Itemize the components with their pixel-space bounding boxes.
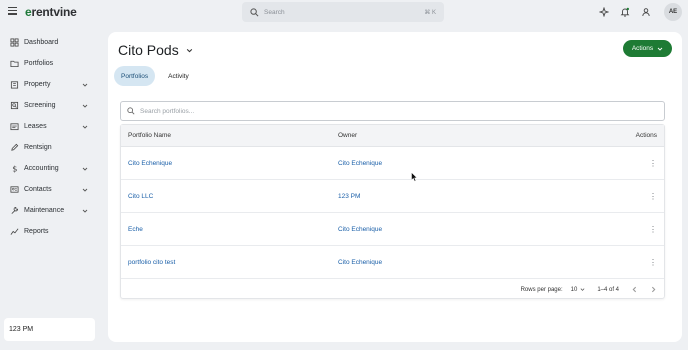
chevron-down-icon [82, 125, 88, 129]
table-row[interactable]: Eche Cito Echenique ⋮ [121, 213, 664, 246]
chevron-down-icon [82, 104, 88, 108]
more-vertical-icon[interactable]: ⋮ [649, 159, 657, 168]
column-header-portfolio-name[interactable]: Portfolio Name [121, 132, 338, 139]
dashboard-icon [10, 38, 19, 47]
sidebar-item-reports[interactable]: Reports [0, 221, 100, 242]
portfolio-search [120, 101, 665, 121]
table-row[interactable]: Cito LLC 123 PM ⋮ [121, 180, 664, 213]
owner-link[interactable]: 123 PM [338, 193, 360, 200]
chevron-down-icon [82, 167, 88, 171]
top-bar: erentvine Search ⌘ K AE [0, 0, 688, 24]
svg-text:$: $ [12, 164, 17, 173]
sidebar-item-label: Maintenance [24, 207, 65, 214]
global-search[interactable]: Search ⌘ K [242, 2, 444, 22]
table-row[interactable]: Cito Echenique Cito Echenique ⋮ [121, 147, 664, 180]
sidebar-item-leases[interactable]: Leases [0, 116, 100, 137]
search-placeholder: Search [264, 8, 285, 16]
sidebar-item-label: Reports [24, 228, 49, 235]
chevron-down-icon [186, 48, 192, 52]
rows-per-page-label: Rows per page: [520, 286, 563, 293]
tab-bar: Portfolios Activity [114, 66, 202, 86]
search-icon [127, 107, 135, 115]
table-header: Portfolio Name Owner Actions [121, 125, 664, 147]
sidebar-item-rentsign[interactable]: Rentsign [0, 137, 100, 158]
more-vertical-icon[interactable]: ⋮ [649, 192, 657, 201]
lease-icon [10, 123, 19, 131]
sparkle-icon[interactable] [599, 7, 609, 17]
logo[interactable]: erentvine [25, 5, 77, 19]
avatar[interactable]: AE [664, 3, 682, 21]
menu-icon[interactable] [8, 7, 17, 16]
chevron-down-icon [82, 83, 88, 87]
sidebar-item-label: Portfolios [24, 60, 54, 67]
main-content: Cito Pods Actions Portfolios Activity Po… [108, 32, 682, 342]
sidebar-item-contacts[interactable]: Contacts [0, 179, 100, 200]
search-icon [250, 7, 259, 16]
chevron-down-icon [580, 288, 585, 291]
folder-icon [10, 60, 19, 68]
chevron-down-icon [657, 47, 663, 51]
more-vertical-icon[interactable]: ⋮ [649, 225, 657, 234]
page-title[interactable]: Cito Pods [118, 42, 193, 58]
mouse-cursor-icon [411, 172, 418, 182]
sidebar-item-dashboard[interactable]: Dashboard [0, 32, 100, 53]
portfolio-name-link[interactable]: portfolio cito test [128, 259, 175, 266]
bell-icon[interactable] [620, 7, 630, 17]
actions-button[interactable]: Actions [623, 40, 672, 57]
portfolio-name-link[interactable]: Cito Echenique [128, 160, 172, 167]
actions-button-label: Actions [631, 45, 654, 52]
sidebar-item-label: Contacts [24, 186, 52, 193]
rows-per-page-value: 10 [570, 286, 578, 293]
chevron-left-icon[interactable] [631, 286, 638, 293]
page-title-text: Cito Pods [118, 42, 179, 58]
wrench-icon [11, 206, 19, 214]
sidebar-item-label: Property [24, 81, 51, 88]
search-shortcut: ⌘ K [424, 9, 436, 16]
contacts-icon [10, 186, 19, 193]
column-header-actions: Actions [635, 132, 657, 139]
sidebar-item-label: Screening [24, 102, 56, 109]
chevron-right-icon[interactable] [650, 286, 657, 293]
portfolio-name-link[interactable]: Eche [128, 226, 143, 233]
sidebar-item-screening[interactable]: Screening [0, 95, 100, 116]
table-row[interactable]: portfolio cito test Cito Echenique ⋮ [121, 246, 664, 279]
sidebar-item-portfolios[interactable]: Portfolios [0, 53, 100, 74]
pen-icon [11, 143, 19, 151]
portfolio-name-link[interactable]: Cito LLC [128, 193, 153, 200]
chevron-down-icon [82, 188, 88, 192]
more-vertical-icon[interactable]: ⋮ [649, 258, 657, 267]
sidebar-item-maintenance[interactable]: Maintenance [0, 200, 100, 221]
rows-per-page-select[interactable]: 10 [571, 287, 586, 293]
page-range: 1–4 of 4 [597, 286, 619, 293]
sidebar-item-label: Dashboard [24, 39, 59, 46]
account-switcher[interactable]: 123 PM [4, 318, 95, 341]
chart-icon [10, 228, 19, 235]
user-settings-icon[interactable] [641, 7, 651, 17]
search-input[interactable] [140, 107, 664, 115]
sidebar: Dashboard Portfolios Property Screening … [0, 32, 100, 242]
sidebar-item-label: Accounting [24, 165, 59, 172]
owner-link[interactable]: Cito Echenique [338, 160, 382, 167]
sidebar-item-accounting[interactable]: $ Accounting [0, 158, 100, 179]
dollar-icon: $ [12, 164, 17, 173]
screening-icon [10, 101, 19, 110]
sidebar-item-label: Rentsign [24, 144, 52, 151]
sidebar-item-property[interactable]: Property [0, 74, 100, 95]
pagination: Rows per page: 10 1–4 of 4 [120, 280, 665, 299]
column-header-owner[interactable]: Owner [338, 132, 624, 139]
tab-activity[interactable]: Activity [161, 66, 196, 86]
owner-link[interactable]: Cito Echenique [338, 259, 382, 266]
chevron-down-icon [82, 209, 88, 213]
building-icon [10, 81, 19, 89]
sidebar-item-label: Leases [24, 123, 47, 130]
portfolio-table: Portfolio Name Owner Actions Cito Echeni… [120, 124, 665, 299]
owner-link[interactable]: Cito Echenique [338, 226, 382, 233]
tab-portfolios[interactable]: Portfolios [114, 66, 156, 86]
